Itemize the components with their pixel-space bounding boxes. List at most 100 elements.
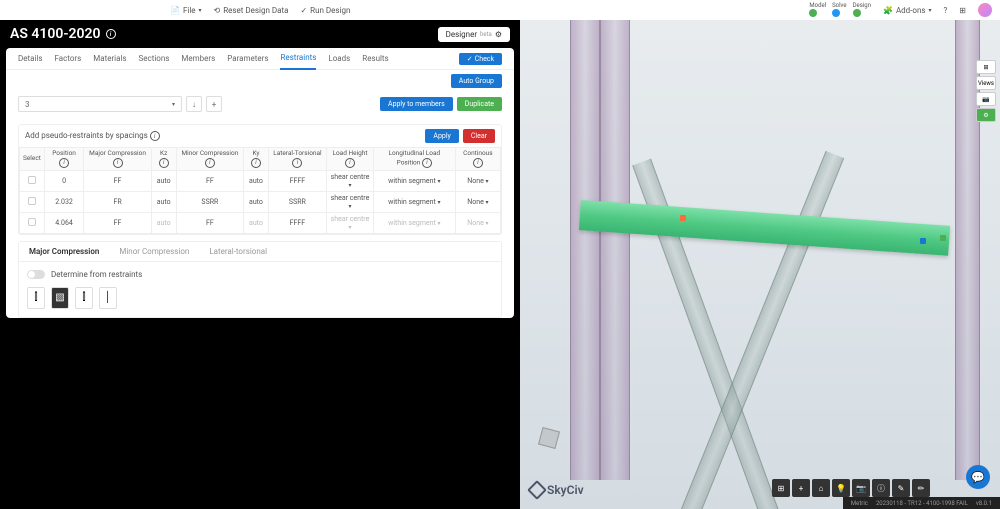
check-button[interactable]: ✓ Check bbox=[459, 53, 502, 65]
vp-tool-4[interactable]: 💡 bbox=[832, 479, 850, 497]
cell-kz[interactable]: auto bbox=[151, 191, 176, 212]
chat-fab[interactable]: 💬 bbox=[966, 465, 990, 489]
cell-cont[interactable]: None ▾ bbox=[455, 191, 500, 212]
apply-to-members-button[interactable]: Apply to members bbox=[380, 97, 453, 111]
cell-llp[interactable]: within segment ▾ bbox=[373, 212, 455, 233]
vp-camera-icon[interactable]: 📷 bbox=[976, 92, 996, 106]
subtab-major[interactable]: Major Compression bbox=[19, 242, 109, 261]
selected-beam[interactable] bbox=[579, 200, 950, 256]
determine-toggle[interactable] bbox=[27, 270, 45, 279]
restraint-type-4[interactable]: │ bbox=[99, 287, 117, 309]
cell-position[interactable]: 0 bbox=[44, 170, 83, 191]
vp-views-button[interactable]: Views bbox=[976, 76, 996, 90]
reset-design-data[interactable]: ⟲Reset Design Data bbox=[214, 6, 289, 15]
vp-tool-8[interactable]: ✏ bbox=[912, 479, 930, 497]
cell-lh[interactable]: shear centre ▾ bbox=[327, 212, 374, 233]
cell-minor[interactable]: SSRR bbox=[176, 191, 244, 212]
cell-position[interactable]: 4.064 bbox=[44, 212, 83, 233]
cell-lh[interactable]: shear centre ▾ bbox=[327, 191, 374, 212]
subtab-minor[interactable]: Minor Compression bbox=[109, 242, 199, 261]
vp-tool-2[interactable]: + bbox=[792, 479, 810, 497]
col-position: Position i bbox=[44, 148, 83, 171]
tab-materials[interactable]: Materials bbox=[93, 48, 126, 69]
main-tabs: Details Factors Materials Sections Membe… bbox=[6, 48, 514, 70]
vp-settings-icon[interactable]: ⚙ bbox=[976, 108, 996, 122]
tab-factors[interactable]: Factors bbox=[54, 48, 81, 69]
cell-lh[interactable]: shear centre ▾ bbox=[327, 170, 374, 191]
build-label: 20230118 - TR12 - 4100-1998 FAIL bbox=[876, 500, 968, 507]
duplicate-button[interactable]: Duplicate bbox=[457, 97, 502, 111]
tab-parameters[interactable]: Parameters bbox=[227, 48, 268, 69]
spacing-label: Add pseudo-restraints by spacings i bbox=[25, 131, 421, 142]
info-icon[interactable]: i bbox=[150, 131, 160, 141]
help-icon[interactable]: ? bbox=[944, 6, 948, 15]
cell-kz[interactable]: auto bbox=[151, 170, 176, 191]
vp-tool-7[interactable]: ✎ bbox=[892, 479, 910, 497]
cell-ky[interactable]: auto bbox=[244, 191, 268, 212]
clear-button[interactable]: Clear bbox=[463, 129, 495, 143]
tab-results[interactable]: Results bbox=[362, 48, 388, 69]
add-button[interactable]: + bbox=[206, 96, 222, 112]
col-select: Select bbox=[20, 148, 45, 171]
vp-tool-3[interactable]: ⌂ bbox=[812, 479, 830, 497]
solve-status: Model Solve Design bbox=[809, 2, 871, 19]
vp-tool-1[interactable]: ⊞ bbox=[772, 479, 790, 497]
row-checkbox[interactable] bbox=[20, 212, 45, 233]
cell-position[interactable]: 2.032 bbox=[44, 191, 83, 212]
row-checkbox[interactable] bbox=[20, 170, 45, 191]
cell-major[interactable]: FF bbox=[84, 170, 152, 191]
designer-dropdown[interactable]: Designerbeta⚙ bbox=[438, 27, 510, 42]
cell-ky[interactable]: auto bbox=[244, 212, 268, 233]
tab-members[interactable]: Members bbox=[181, 48, 215, 69]
restraint-type-2[interactable]: ▧ bbox=[51, 287, 69, 309]
cell-llp[interactable]: within segment ▾ bbox=[373, 170, 455, 191]
auto-group-button[interactable]: Auto Group bbox=[451, 74, 502, 88]
cell-major[interactable]: FF bbox=[84, 212, 152, 233]
restraints-table: Select Position i Major Compression i Kz… bbox=[19, 147, 501, 234]
cell-kz[interactable]: auto bbox=[151, 212, 176, 233]
axis-gizmo[interactable] bbox=[540, 429, 570, 459]
restraint-type-1[interactable]: ⫿ bbox=[27, 287, 45, 309]
cell-llp[interactable]: within segment ▾ bbox=[373, 191, 455, 212]
row-checkbox[interactable] bbox=[20, 191, 45, 212]
addons-menu[interactable]: 🧩Add-ons▾ bbox=[883, 6, 932, 15]
file-menu[interactable]: 📄File▾ bbox=[170, 6, 202, 15]
cell-lt[interactable]: FFFF bbox=[268, 170, 326, 191]
avatar[interactable] bbox=[978, 3, 992, 17]
status-bar: Metric 20230118 - TR12 - 4100-1998 FAIL … bbox=[843, 497, 1000, 509]
col-kz: Kz i bbox=[151, 148, 176, 171]
version-label: v8.0.1 bbox=[976, 500, 992, 507]
cell-major[interactable]: FR bbox=[84, 191, 152, 212]
units-label[interactable]: Metric bbox=[851, 500, 868, 507]
restraint-type-3[interactable]: ⫿ bbox=[75, 287, 93, 309]
info-icon[interactable]: i bbox=[106, 29, 116, 39]
cell-lt[interactable]: SSRR bbox=[268, 191, 326, 212]
cell-ky[interactable]: auto bbox=[244, 170, 268, 191]
tab-sections[interactable]: Sections bbox=[139, 48, 170, 69]
tab-details[interactable]: Details bbox=[18, 48, 42, 69]
cell-cont[interactable]: None ▾ bbox=[455, 170, 500, 191]
top-menubar: 📄File▾ ⟲Reset Design Data ✓Run Design Mo… bbox=[0, 0, 1000, 20]
apply-button[interactable]: Apply bbox=[425, 129, 458, 143]
skyciv-logo: SkyCiv bbox=[530, 483, 584, 497]
run-design[interactable]: ✓Run Design bbox=[300, 6, 350, 15]
col-lh: Load Height i bbox=[327, 148, 374, 171]
cell-cont[interactable]: None ▾ bbox=[455, 212, 500, 233]
member-select[interactable]: 3▾ bbox=[18, 96, 182, 112]
vp-tool-6[interactable]: ⓘ bbox=[872, 479, 890, 497]
subtab-lt[interactable]: Lateral-torsional bbox=[199, 242, 277, 261]
cell-lt[interactable]: FFFF bbox=[268, 212, 326, 233]
3d-viewport[interactable]: ⊞ Views 📷 ⚙ SkyCiv ⊞ + ⌂ 💡 📷 ⓘ ✎ ✏ 💬 Met… bbox=[520, 20, 1000, 509]
cell-minor[interactable]: FF bbox=[176, 212, 244, 233]
col-lt: Lateral-Torsional i bbox=[268, 148, 326, 171]
download-button[interactable]: ↓ bbox=[186, 96, 202, 112]
tab-restraints[interactable]: Restraints bbox=[280, 47, 316, 70]
col-cont: Continous i bbox=[455, 148, 500, 171]
tab-loads[interactable]: Loads bbox=[328, 48, 350, 69]
apps-icon[interactable]: ⊞ bbox=[959, 6, 966, 15]
vp-tool-5[interactable]: 📷 bbox=[852, 479, 870, 497]
viewport-sidebar: ⊞ Views 📷 ⚙ bbox=[976, 60, 996, 122]
col-ky: Ky i bbox=[244, 148, 268, 171]
vp-expand-icon[interactable]: ⊞ bbox=[976, 60, 996, 74]
cell-minor[interactable]: FF bbox=[176, 170, 244, 191]
